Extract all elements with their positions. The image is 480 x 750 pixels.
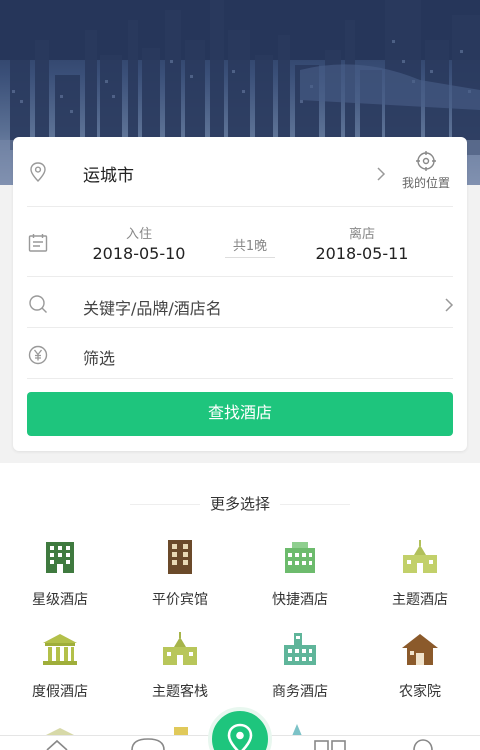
city-selector[interactable]: 运城市 — [83, 161, 134, 186]
category-express-hotel[interactable]: 快捷酒店 — [240, 539, 360, 609]
checkin-label: 入住 — [125, 227, 152, 242]
category-budget-hotel[interactable]: 平价宾馆 — [120, 539, 240, 609]
calendar-icon — [27, 232, 49, 254]
hotel-search-card: 运城市 我的位置 入住 2018-05-10 共1晚 离店 2018-05-11… — [13, 137, 467, 451]
theme-inn-icon — [163, 632, 197, 665]
my-location-button[interactable]: 我的位置 — [396, 150, 456, 191]
star-hotel-icon — [46, 542, 74, 573]
category-farmhouse[interactable]: 农家院 — [360, 631, 480, 701]
resort-hotel-icon — [43, 634, 77, 665]
chevron-right-icon[interactable] — [444, 297, 454, 312]
category-business-hotel[interactable]: 商务酒店 — [240, 631, 360, 701]
theme-hotel-icon — [403, 540, 437, 573]
keyword-search-input[interactable]: 关键字/品牌/酒店名 — [83, 295, 222, 319]
find-hotel-button[interactable]: 查找酒店 — [27, 392, 453, 436]
message-icon[interactable] — [130, 738, 166, 750]
grid-icon[interactable] — [312, 738, 348, 750]
price-yen-icon — [27, 344, 49, 366]
category-theme-inn[interactable]: 主题客栈 — [120, 631, 240, 701]
crosshair-icon — [416, 151, 436, 171]
profile-icon[interactable] — [410, 738, 436, 750]
section-title: 更多选择 — [199, 493, 280, 514]
divider — [27, 327, 453, 328]
business-hotel-icon — [284, 633, 316, 665]
chevron-right-icon[interactable] — [376, 166, 386, 181]
divider — [27, 206, 453, 207]
home-icon[interactable] — [44, 738, 70, 750]
nights-count: 共1晚 — [225, 235, 275, 258]
search-icon — [27, 293, 49, 315]
filter-selector[interactable]: 筛选 — [83, 345, 115, 369]
category-star-hotel[interactable]: 星级酒店 — [0, 539, 120, 609]
divider — [27, 378, 453, 379]
category-theme-hotel[interactable]: 主题酒店 — [360, 539, 480, 609]
farmhouse-icon — [402, 634, 438, 665]
checkout-date: 2018-05-11 — [315, 244, 409, 263]
category-resort-hotel[interactable]: 度假酒店 — [0, 631, 120, 701]
my-location-label: 我的位置 — [401, 176, 450, 190]
location-pin-icon — [27, 161, 49, 183]
budget-hotel-icon — [168, 540, 192, 574]
checkout-label: 离店 — [348, 227, 375, 242]
location-pin-icon — [227, 723, 253, 750]
divider — [27, 276, 453, 277]
checkin-date: 2018-05-10 — [92, 244, 186, 263]
express-hotel-icon — [285, 542, 315, 573]
